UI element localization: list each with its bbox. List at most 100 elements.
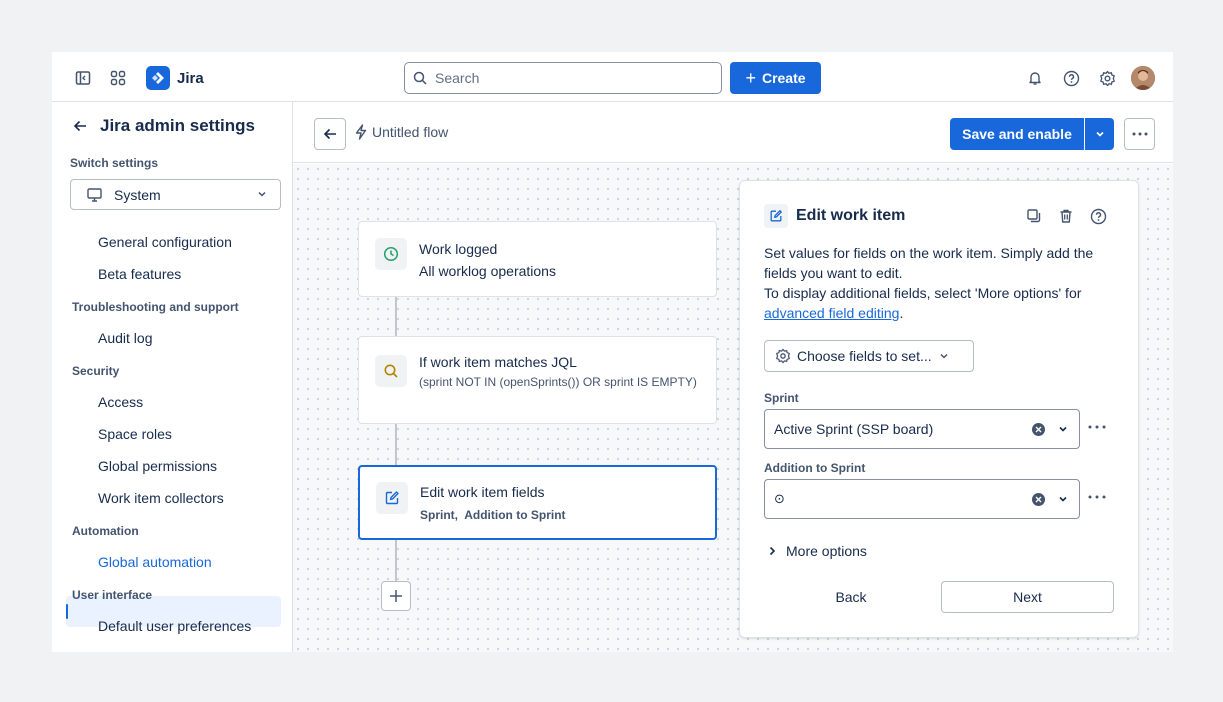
duplicate-icon[interactable] (1023, 205, 1045, 227)
addition-to-sprint-value: ⊙ (774, 491, 785, 506)
condition-title: If work item matches JQL (419, 354, 577, 370)
chevron-right-icon (769, 546, 776, 556)
description-line: To display additional fields, select 'Mo… (764, 285, 1082, 301)
sidebar-item-general-configuration[interactable]: General configuration (98, 234, 232, 250)
settings-switcher[interactable]: System (70, 179, 281, 210)
advanced-field-editing-link[interactable]: advanced field editing (764, 305, 899, 321)
section-automation: Automation (72, 524, 139, 538)
trash-icon[interactable] (1055, 205, 1077, 227)
user-avatar[interactable] (1131, 66, 1155, 90)
sidebar-title: Jira admin settings (100, 116, 255, 135)
sidebar-item-global-automation[interactable]: Global automation (98, 554, 212, 570)
sidebar-item-beta-features[interactable]: Beta features (98, 266, 181, 282)
more-options-toggle[interactable]: More options (766, 543, 867, 559)
chevron-down-icon[interactable] (1057, 493, 1069, 505)
trigger-node[interactable]: Work logged All worklog operations (358, 221, 717, 297)
edit-work-item-panel: Edit work item Set values for fields on … (739, 180, 1139, 638)
sprint-select[interactable]: Active Sprint (SSP board) (764, 409, 1080, 449)
edit-icon (764, 204, 788, 228)
more-options-label: More options (786, 543, 867, 559)
trigger-title: Work logged (419, 241, 498, 257)
description-period: . (899, 305, 904, 321)
action-fields: Sprint, Addition to Sprint (420, 508, 566, 522)
sidebar-toggle-icon[interactable] (69, 64, 97, 92)
action-title: Edit work item fields (420, 484, 545, 500)
sidebar-item-space-roles[interactable]: Space roles (98, 426, 172, 442)
addition-more-icon[interactable] (1088, 483, 1106, 504)
sidebar-item-work-item-collectors[interactable]: Work item collectors (98, 490, 224, 506)
flow-canvas[interactable]: Work logged All worklog operations If wo… (293, 164, 1173, 652)
app-window: Jira + Create Jira admin settings Switch… (52, 52, 1173, 652)
condition-node[interactable]: If work item matches JQL (sprint NOT IN … (358, 336, 717, 424)
trigger-subtitle: All worklog operations (419, 263, 556, 279)
lightning-icon (355, 124, 367, 140)
chevron-down-icon (1095, 131, 1104, 137)
addition-to-sprint-select[interactable]: ⊙ (764, 479, 1080, 519)
main-content: Untitled flow Save and enable Work logge… (293, 102, 1173, 652)
arrow-left-icon[interactable] (72, 118, 88, 134)
sidebar-item-access[interactable]: Access (98, 394, 143, 410)
section-security: Security (72, 364, 120, 378)
section-user-interface: User interface (72, 588, 153, 602)
app-name: Jira (177, 69, 204, 87)
chevron-down-icon (940, 353, 948, 359)
clear-icon[interactable] (1032, 493, 1045, 506)
gear-icon (776, 348, 790, 364)
notifications-icon[interactable] (1021, 64, 1049, 92)
flow-name-label: Untitled flow (372, 124, 449, 140)
back-button[interactable]: Back (794, 581, 908, 613)
jira-logo-icon (146, 66, 170, 90)
choose-fields-label: Choose fields to set... (797, 348, 932, 364)
more-actions-button[interactable] (1124, 118, 1155, 150)
condition-jql: (sprint NOT IN (openSprints()) OR sprint… (419, 375, 697, 389)
create-button[interactable]: + Create (730, 62, 821, 94)
section-troubleshooting: Troubleshooting and support (72, 300, 239, 314)
sprint-more-icon[interactable] (1088, 413, 1106, 434)
admin-sidebar: Jira admin settings Switch settings Syst… (52, 102, 293, 652)
add-step-button[interactable] (381, 581, 411, 611)
clock-icon (375, 238, 407, 270)
plus-icon (390, 590, 402, 602)
panel-description: Set values for fields on the work item. … (764, 243, 1120, 323)
chevron-down-icon[interactable] (1057, 423, 1069, 435)
back-button[interactable] (314, 118, 346, 150)
more-icon (1132, 132, 1147, 136)
sidebar-item-default-user-preferences[interactable]: Default user preferences (98, 618, 251, 634)
sidebar-item-global-permissions[interactable]: Global permissions (98, 458, 217, 474)
sprint-label: Sprint (764, 391, 799, 405)
save-and-enable-button[interactable]: Save and enable (950, 118, 1084, 150)
help-icon[interactable] (1087, 205, 1109, 227)
connector-line (395, 424, 397, 465)
flow-name[interactable]: Untitled flow (354, 124, 448, 140)
settings-gear-icon[interactable] (1093, 64, 1121, 92)
panel-title: Edit work item (796, 207, 906, 224)
action-node[interactable]: Edit work item fields Sprint, Addition t… (358, 465, 717, 540)
switcher-value: System (114, 186, 161, 203)
sprint-value: Active Sprint (SSP board) (774, 421, 934, 437)
switch-settings-label: Switch settings (70, 156, 159, 170)
save-options-dropdown[interactable] (1085, 118, 1114, 150)
search-box[interactable] (404, 62, 722, 94)
sidebar-header: Jira admin settings (72, 116, 255, 136)
search-icon (413, 71, 427, 85)
active-nav-indicator (66, 604, 68, 619)
next-button[interactable]: Next (941, 581, 1114, 613)
plus-icon: + (745, 68, 756, 88)
description-line: Set values for fields on the work item. … (764, 245, 1094, 281)
search-input[interactable] (435, 70, 695, 86)
connector-line (395, 540, 397, 581)
top-navigation: Jira + Create (52, 52, 1173, 102)
app-switcher-icon[interactable] (104, 64, 132, 92)
choose-fields-button[interactable]: Choose fields to set... (764, 340, 974, 372)
help-icon[interactable] (1057, 64, 1085, 92)
chevron-down-icon (258, 191, 266, 197)
sidebar-item-audit-log[interactable]: Audit log (98, 330, 152, 346)
create-label: Create (761, 70, 806, 86)
connector-line (395, 296, 397, 336)
jira-logo[interactable]: Jira (146, 66, 204, 90)
arrow-left-icon (323, 128, 336, 140)
search-icon (375, 355, 407, 387)
clear-icon[interactable] (1032, 423, 1045, 436)
flow-header: Untitled flow Save and enable (293, 102, 1173, 163)
addition-to-sprint-label: Addition to Sprint (764, 461, 866, 475)
